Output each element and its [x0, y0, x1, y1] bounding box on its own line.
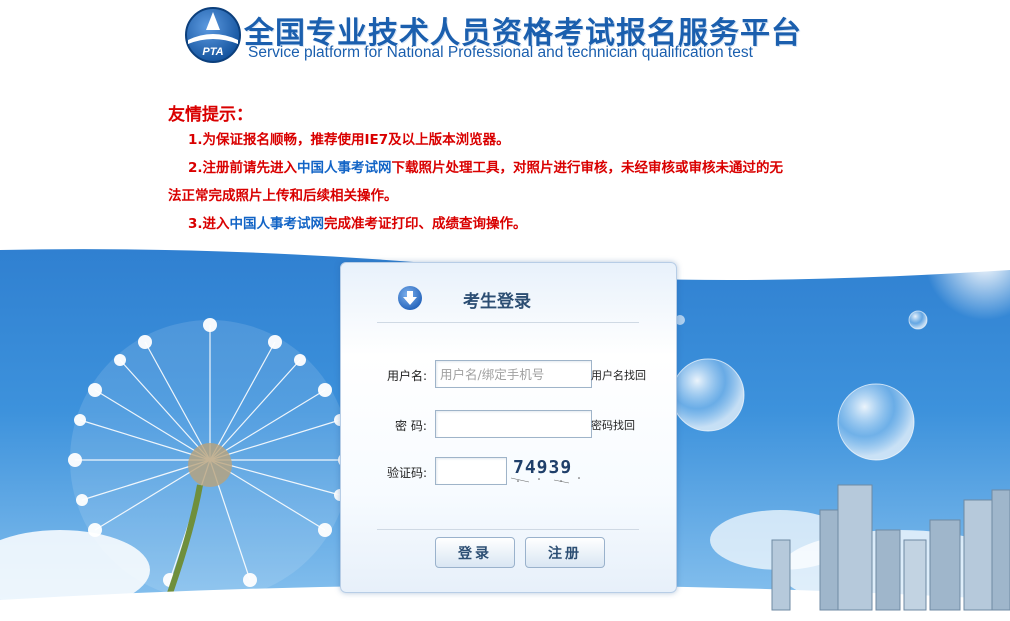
password-recover-link[interactable]: 密码找回 [591, 417, 635, 433]
username-label: 用户名: [387, 369, 428, 383]
arrow-down-circle-icon [398, 286, 422, 310]
login-divider [377, 529, 639, 530]
username-input[interactable] [435, 360, 592, 388]
login-panel-header: 考生登录 [377, 273, 639, 323]
notice-line-2-prefix: 2.注册前请先进入 [188, 160, 298, 176]
captcha-label: 验证码: [387, 466, 428, 480]
site-header: PTA 全国专业技术人员资格考试报名服务平台 Service platform … [182, 4, 842, 68]
notice-box: 友情提示： 1.为保证报名顺畅，推荐使用IE7及以上版本浏览器。 2.注册前请先… [168, 100, 868, 238]
password-label: 密 码: [395, 419, 427, 433]
cpta-link-2[interactable]: 中国人事考试网 [230, 216, 325, 232]
captcha-input[interactable] [435, 457, 507, 485]
cpta-link[interactable]: 中国人事考试网 [297, 160, 392, 176]
notice-line-3: 3.进入中国人事考试网完成准考证打印、成绩查询操作。 [168, 210, 868, 238]
username-recover-link[interactable]: 用户名找回 [591, 367, 646, 383]
notice-line-1: 1.为保证报名顺畅，推荐使用IE7及以上版本浏览器。 [188, 132, 510, 148]
captcha-text: 74939 [513, 457, 572, 478]
captcha-image[interactable]: 74939 [509, 454, 587, 484]
login-button[interactable]: 登录 [435, 537, 515, 568]
logo-text: PTA [202, 46, 223, 58]
register-button[interactable]: 注册 [525, 537, 605, 568]
notice-line-2: 2.注册前请先进入中国人事考试网下载照片处理工具，对照片进行审核，未经审核或审核… [168, 154, 868, 182]
notice-line-3-prefix: 3.进入 [188, 216, 230, 232]
notice-title: 友情提示： [168, 105, 253, 125]
notice-line-3-suffix: 完成准考证打印、成绩查询操作。 [324, 216, 527, 232]
notice-line-2-suffix: 下载照片处理工具，对照片进行审核，未经审核或审核未通过的无 [391, 160, 784, 176]
password-input[interactable] [435, 410, 592, 438]
site-subtitle: Service platform for National Profession… [248, 44, 753, 61]
notice-line-2-cont: 法正常完成照片上传和后续相关操作。 [168, 188, 398, 204]
pta-logo-icon: PTA [185, 7, 241, 63]
login-title: 考生登录 [463, 292, 531, 312]
login-panel: 考生登录 用户名: 用户名找回 密 码: 密码找回 验证码: 74939 登录 … [340, 262, 677, 593]
